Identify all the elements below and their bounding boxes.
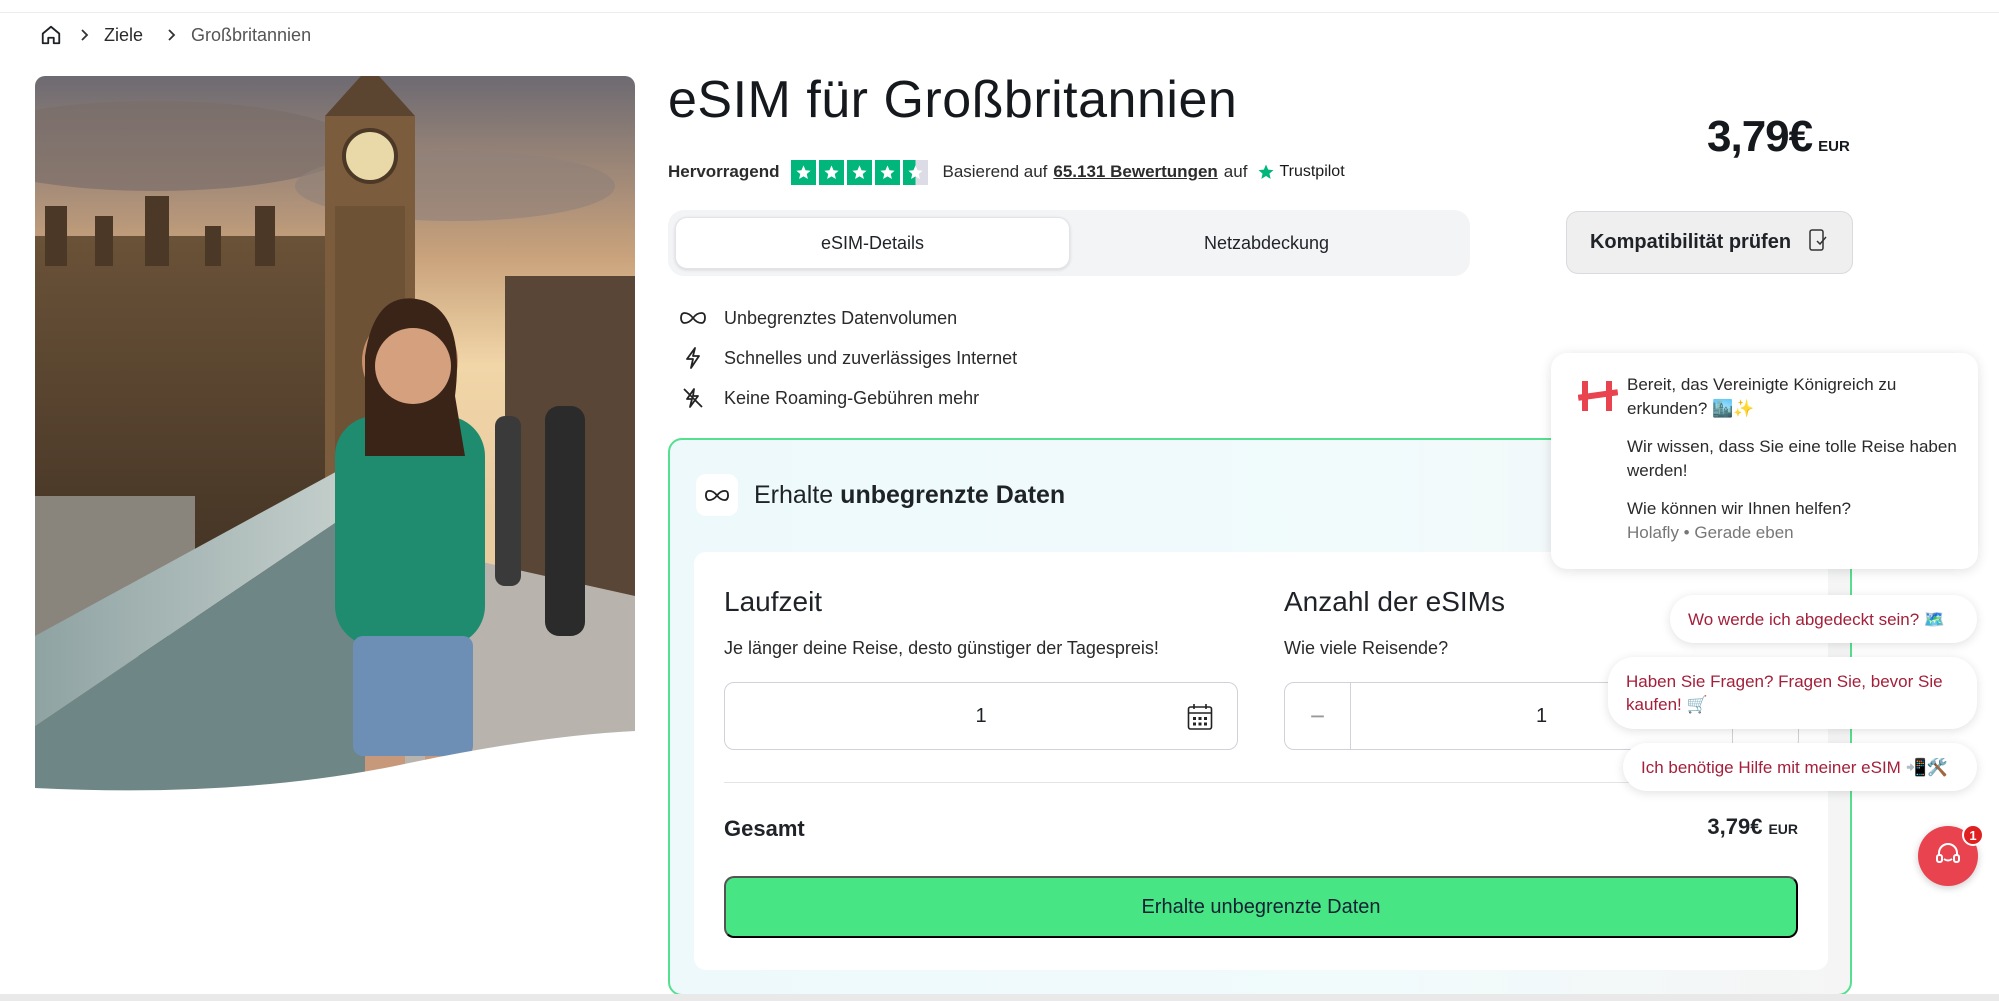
product-price: 3,79€ EUR xyxy=(1707,112,1850,162)
duration-title: Laufzeit xyxy=(724,586,823,617)
star-icon xyxy=(875,159,901,185)
half-star-icon xyxy=(903,159,929,185)
rating-text-before: Basierend auf xyxy=(942,162,1048,181)
chat-greeting: Bereit, das Vereinigte Königreich zu erk… xyxy=(1627,375,1897,418)
card-heading: Erhalte unbegrenzte Daten xyxy=(696,474,1065,516)
chat-meta: Holafly • Gerade eben xyxy=(1627,523,1794,542)
quick-reply-esim-help[interactable]: Ich benötige Hilfe mit meiner eSIM 📲🛠️ xyxy=(1623,743,1977,791)
quick-reply-questions[interactable]: Haben Sie Fragen? Fragen Sie, bevor Sie … xyxy=(1608,657,1977,729)
feature-list: Unbegrenztes Datenvolumen Schnelles und … xyxy=(680,298,1017,418)
decrement-button[interactable]: − xyxy=(1285,683,1351,749)
price-amount: 3,79€ xyxy=(1707,112,1813,161)
details-tabs: eSIM-Details Netzabdeckung xyxy=(668,210,1470,276)
tab-esim-details[interactable]: eSIM-Details xyxy=(675,217,1070,269)
duration-subtitle: Je länger deine Reise, desto günstiger d… xyxy=(724,638,1159,658)
star-icon xyxy=(819,159,845,185)
chat-message-bubble[interactable]: Bereit, das Vereinigte Königreich zu erk… xyxy=(1551,353,1978,569)
feature-label: Schnelles und zuverlässiges Internet xyxy=(724,347,1018,368)
breadcrumb: Ziele Großbritannien xyxy=(38,22,335,48)
no-roaming-icon xyxy=(680,385,706,411)
rating-stars xyxy=(791,159,929,185)
quantity-subtitle: Wie viele Reisende? xyxy=(1284,638,1449,658)
tab-netzabdeckung[interactable]: Netzabdeckung xyxy=(1070,217,1463,269)
duration-value: 1 xyxy=(975,704,987,727)
page-title: eSIM für Großbritannien xyxy=(668,71,1238,129)
compatibility-label: Kompatibilität prüfen xyxy=(1589,231,1792,253)
rating-text-after: auf xyxy=(1223,162,1248,181)
star-icon xyxy=(791,159,817,185)
chevron-right-icon xyxy=(167,28,181,42)
calendar-icon[interactable] xyxy=(1187,703,1213,737)
phone-check-icon xyxy=(1807,228,1829,258)
total-label: Gesamt xyxy=(724,816,805,841)
feature-label: Keine Roaming-Gebühren mehr xyxy=(724,387,980,408)
buy-button[interactable]: Erhalte unbegrenzte Daten xyxy=(724,876,1798,938)
trustpilot-star-icon xyxy=(1258,164,1274,179)
reviews-link[interactable]: 65.131 Bewertungen xyxy=(1053,162,1217,182)
card-heading-bold: unbegrenzte Daten xyxy=(840,480,1066,509)
holafly-logo-icon xyxy=(1577,379,1619,418)
rating-label: Hervorragend xyxy=(668,162,780,181)
trustpilot-logo[interactable]: Trustpilot xyxy=(1257,163,1345,181)
feature-item: Unbegrenztes Datenvolumen xyxy=(680,298,1017,338)
hero-image xyxy=(35,76,635,798)
infinity-icon xyxy=(696,474,738,516)
unread-badge: 1 xyxy=(1962,824,1984,846)
support-headset-icon xyxy=(1934,840,1962,873)
total-amount: 3,79€ xyxy=(1707,814,1763,839)
page-bottom-edge xyxy=(0,994,1999,1001)
chat-message: Wie können wir Ihnen helfen? xyxy=(1627,499,1851,518)
infinity-icon xyxy=(680,305,706,331)
breadcrumb-ziele[interactable]: Ziele xyxy=(104,25,143,46)
top-border xyxy=(0,0,1999,13)
chat-launcher-button[interactable]: 1 xyxy=(1918,824,1984,886)
home-icon[interactable] xyxy=(38,22,64,48)
duration-input[interactable]: 1 xyxy=(724,682,1238,750)
breadcrumb-current: Großbritannien xyxy=(191,24,312,45)
trustpilot-rating: Hervorragend Basierend auf 65.131 Bewert… xyxy=(668,158,1345,186)
quick-reply-coverage[interactable]: Wo werde ich abgedeckt sein? 🗺️ xyxy=(1670,595,1977,643)
chat-message: Wir wissen, dass Sie eine tolle Reise ha… xyxy=(1627,437,1957,480)
chevron-right-icon xyxy=(80,28,94,42)
card-heading-prefix: Erhalte xyxy=(754,480,834,509)
total-currency: EUR xyxy=(1768,821,1798,837)
feature-item: Keine Roaming-Gebühren mehr xyxy=(680,378,1017,418)
price-currency: EUR xyxy=(1818,138,1850,155)
lightning-icon xyxy=(680,345,706,371)
feature-label: Unbegrenztes Datenvolumen xyxy=(724,307,958,328)
feature-item: Schnelles und zuverlässiges Internet xyxy=(680,338,1017,378)
total-price: 3,79€ EUR xyxy=(1707,814,1798,840)
compatibility-check-button[interactable]: Kompatibilität prüfen xyxy=(1566,211,1853,274)
star-icon xyxy=(847,159,873,185)
quantity-title: Anzahl der eSIMs xyxy=(1284,586,1505,617)
